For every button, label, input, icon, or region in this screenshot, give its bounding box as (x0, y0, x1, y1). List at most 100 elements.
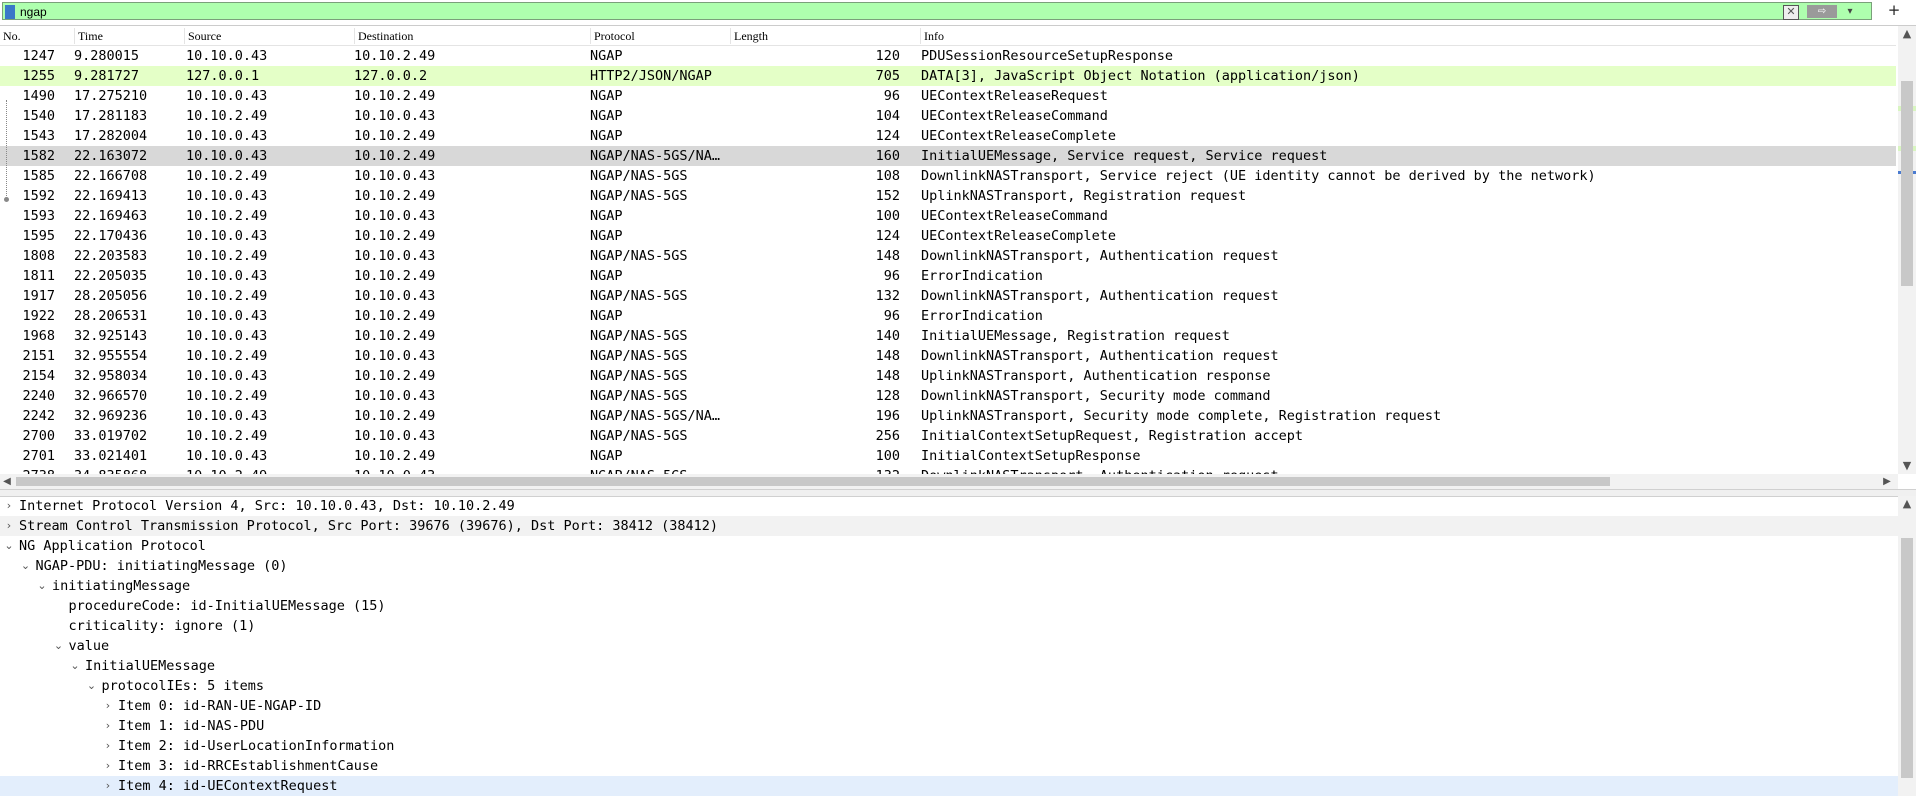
detail-tree-item[interactable]: ⌄ InitialUEMessage (0, 656, 1898, 676)
detail-tree-item[interactable]: ⌄ value (0, 636, 1898, 656)
expand-arrow-icon[interactable]: › (102, 696, 114, 716)
packet-row[interactable]: 1490 17.275210 10.10.0.43 10.10.2.49 NGAP 96 U… (0, 86, 1896, 106)
packet-row[interactable]: 1255 9.281727 127.0.0.1 127.0.0.2 HTTP2/JSON… (0, 66, 1896, 86)
packet-list-vertical-scrollbar[interactable]: ▲ ▼ (1898, 26, 1916, 474)
packet-length: 104 (875, 108, 900, 124)
collapse-arrow-icon[interactable]: ⌄ (69, 656, 81, 676)
packet-length: 132 (875, 288, 900, 304)
detail-tree-item[interactable]: › Item 4: id-UEContextRequest (0, 776, 1898, 796)
detail-tree-item[interactable]: ⌄ NGAP-PDU: initiatingMessage (0) (0, 556, 1898, 576)
scroll-down-icon[interactable]: ▼ (1898, 458, 1916, 474)
clear-filter-icon[interactable]: ✕ (1783, 5, 1799, 20)
detail-tree-item[interactable]: ⌄ protocolIEs: 5 items (0, 676, 1898, 696)
packet-row[interactable]: 2240 32.966570 10.10.2.49 10.10.0.43 NGAP/NA… (0, 386, 1896, 406)
packet-no: 1540 (22, 108, 55, 124)
packet-info: UplinkNASTransport, Authentication respo… (921, 368, 1271, 384)
packet-row[interactable]: 1811 22.205035 10.10.0.43 10.10.2.49 NGAP 96 E… (0, 266, 1896, 286)
column-header-no[interactable]: No. (0, 28, 74, 44)
packet-row[interactable]: 1247 9.280015 10.10.0.43 10.10.2.49 NGAP 120 P… (0, 46, 1896, 66)
packet-protocol: NGAP (590, 88, 623, 104)
detail-tree-item[interactable]: › Item 2: id-UserLocationInformation (0, 736, 1898, 756)
collapse-arrow-icon[interactable]: ⌄ (3, 536, 15, 556)
detail-tree-item[interactable]: criticality: ignore (1) (0, 616, 1898, 636)
packet-row[interactable]: 2242 32.969236 10.10.0.43 10.10.2.49 NGAP/NA… (0, 406, 1896, 426)
detail-tree-item[interactable]: › Stream Control Transmission Protocol, S… (0, 516, 1898, 536)
packet-info: ErrorIndication (921, 268, 1043, 284)
scrollbar-thumb[interactable] (16, 477, 1610, 486)
packet-time: 28.206531 (74, 308, 148, 324)
detail-tree-item[interactable]: ⌄ initiatingMessage (0, 576, 1898, 596)
scroll-right-icon[interactable]: ▶ (1880, 474, 1894, 489)
packet-row[interactable]: 2700 33.019702 10.10.2.49 10.10.0.43 NGAP/NA… (0, 426, 1896, 446)
expand-arrow-icon[interactable]: › (102, 716, 114, 736)
column-header-destination[interactable]: Destination (354, 28, 590, 44)
display-filter-input[interactable] (20, 4, 1800, 19)
column-header-info[interactable]: Info (920, 28, 1896, 44)
collapse-arrow-icon[interactable]: ⌄ (53, 636, 65, 656)
packet-row[interactable]: 1595 22.170436 10.10.0.43 10.10.2.49 NGAP 124… (0, 226, 1896, 246)
details-vertical-scrollbar[interactable]: ▲ (1898, 496, 1916, 796)
collapse-arrow-icon[interactable]: ⌄ (86, 676, 98, 696)
packet-time: 17.281183 (74, 108, 148, 124)
packet-destination: 10.10.2.49 (354, 368, 436, 384)
detail-tree-item[interactable]: › Item 1: id-NAS-PDU (0, 716, 1898, 736)
scroll-up-icon[interactable]: ▲ (1898, 26, 1916, 42)
packet-row[interactable]: 1582 22.163072 10.10.0.43 10.10.2.49 NGAP/NA… (0, 146, 1896, 166)
detail-tree-item[interactable]: procedureCode: id-InitialUEMessage (15) (0, 596, 1898, 616)
expand-arrow-icon[interactable]: › (102, 776, 114, 796)
packet-protocol: HTTP2/JSON/NGAP (590, 68, 712, 84)
column-header-source[interactable]: Source (184, 28, 354, 44)
packet-destination: 10.10.2.49 (354, 88, 436, 104)
packet-row[interactable]: 2701 33.021401 10.10.0.43 10.10.2.49 NGAP 100… (0, 446, 1896, 466)
packet-row[interactable]: 1592 22.169413 10.10.0.43 10.10.2.49 NGAP/NA… (0, 186, 1896, 206)
apply-filter-icon[interactable]: ⇨ (1807, 5, 1837, 18)
packet-protocol: NGAP/NAS-5GS (590, 428, 688, 444)
scroll-left-icon[interactable]: ◀ (0, 474, 14, 489)
packet-list-header: No. Time Source Destination Protocol Len… (0, 26, 1896, 46)
packet-row[interactable]: 1808 22.203583 10.10.2.49 10.10.0.43 NGAP/NA… (0, 246, 1896, 266)
detail-tree-item[interactable]: ⌄ NG Application Protocol (0, 536, 1898, 556)
packet-protocol: NGAP (590, 308, 623, 324)
detail-tree-item[interactable]: › Internet Protocol Version 4, Src: 10.10… (0, 496, 1898, 516)
expand-arrow-icon[interactable]: › (102, 736, 114, 756)
packet-info: InitialUEMessage, Registration request (921, 328, 1230, 344)
add-filter-button-icon[interactable]: + (1884, 1, 1904, 19)
packet-row[interactable]: 2154 32.958034 10.10.0.43 10.10.2.49 NGAP/NA… (0, 366, 1896, 386)
packet-time: 22.169413 (74, 188, 148, 204)
packet-info: DownlinkNASTransport, Authentication req… (921, 348, 1279, 364)
packet-info: UEContextReleaseComplete (921, 228, 1117, 244)
bookmark-icon[interactable] (5, 5, 15, 19)
column-header-protocol[interactable]: Protocol (590, 28, 730, 44)
collapse-arrow-icon[interactable]: ⌄ (20, 556, 32, 576)
expand-arrow-icon[interactable]: › (3, 516, 15, 536)
packet-protocol: NGAP/NAS-5GS (590, 248, 688, 264)
packet-destination: 10.10.0.43 (354, 108, 436, 124)
detail-tree-item[interactable]: › Item 0: id-RAN-UE-NGAP-ID (0, 696, 1898, 716)
packet-row[interactable]: 1968 32.925143 10.10.0.43 10.10.2.49 NGAP/NA… (0, 326, 1896, 346)
expand-arrow-icon[interactable]: › (3, 496, 15, 516)
packet-row[interactable]: 1540 17.281183 10.10.2.49 10.10.0.43 NGAP 104… (0, 106, 1896, 126)
detail-tree-item[interactable]: › Item 3: id-RRCEstablishmentCause (0, 756, 1898, 776)
packet-time: 22.203583 (74, 248, 148, 264)
packet-row[interactable]: 1917 28.205056 10.10.2.49 10.10.0.43 NGAP/NA… (0, 286, 1896, 306)
expand-arrow-icon[interactable]: › (102, 756, 114, 776)
packet-time: 17.275210 (74, 88, 148, 104)
packet-list-horizontal-scrollbar[interactable]: ◀ ▶ (0, 474, 1898, 489)
column-header-time[interactable]: Time (74, 28, 184, 44)
scrollbar-thumb[interactable] (1901, 538, 1913, 778)
packet-destination: 10.10.2.49 (354, 48, 436, 64)
packet-row[interactable]: 1593 22.169463 10.10.2.49 10.10.0.43 NGAP 100… (0, 206, 1896, 226)
packet-row[interactable]: 1585 22.166708 10.10.2.49 10.10.0.43 NGAP/NA… (0, 166, 1896, 186)
packet-source: 10.10.0.43 (186, 328, 268, 344)
collapse-arrow-icon[interactable]: ⌄ (36, 576, 48, 596)
packet-row[interactable]: 2151 32.955554 10.10.2.49 10.10.0.43 NGAP/NA… (0, 346, 1896, 366)
scrollbar-thumb[interactable] (1901, 81, 1913, 286)
packet-details-tree: › Internet Protocol Version 4, Src: 10.10… (0, 496, 1916, 796)
scroll-up-icon[interactable]: ▲ (1898, 496, 1916, 512)
packet-time: 22.166708 (74, 168, 148, 184)
packet-protocol: NGAP/NAS-5GS (590, 388, 688, 404)
column-header-length[interactable]: Length (730, 28, 920, 44)
packet-row[interactable]: 1543 17.282004 10.10.0.43 10.10.2.49 NGAP 124… (0, 126, 1896, 146)
packet-row[interactable]: 1922 28.206531 10.10.0.43 10.10.2.49 NGAP 96 E… (0, 306, 1896, 326)
filter-history-dropdown-icon[interactable]: ▾ (1843, 5, 1857, 18)
